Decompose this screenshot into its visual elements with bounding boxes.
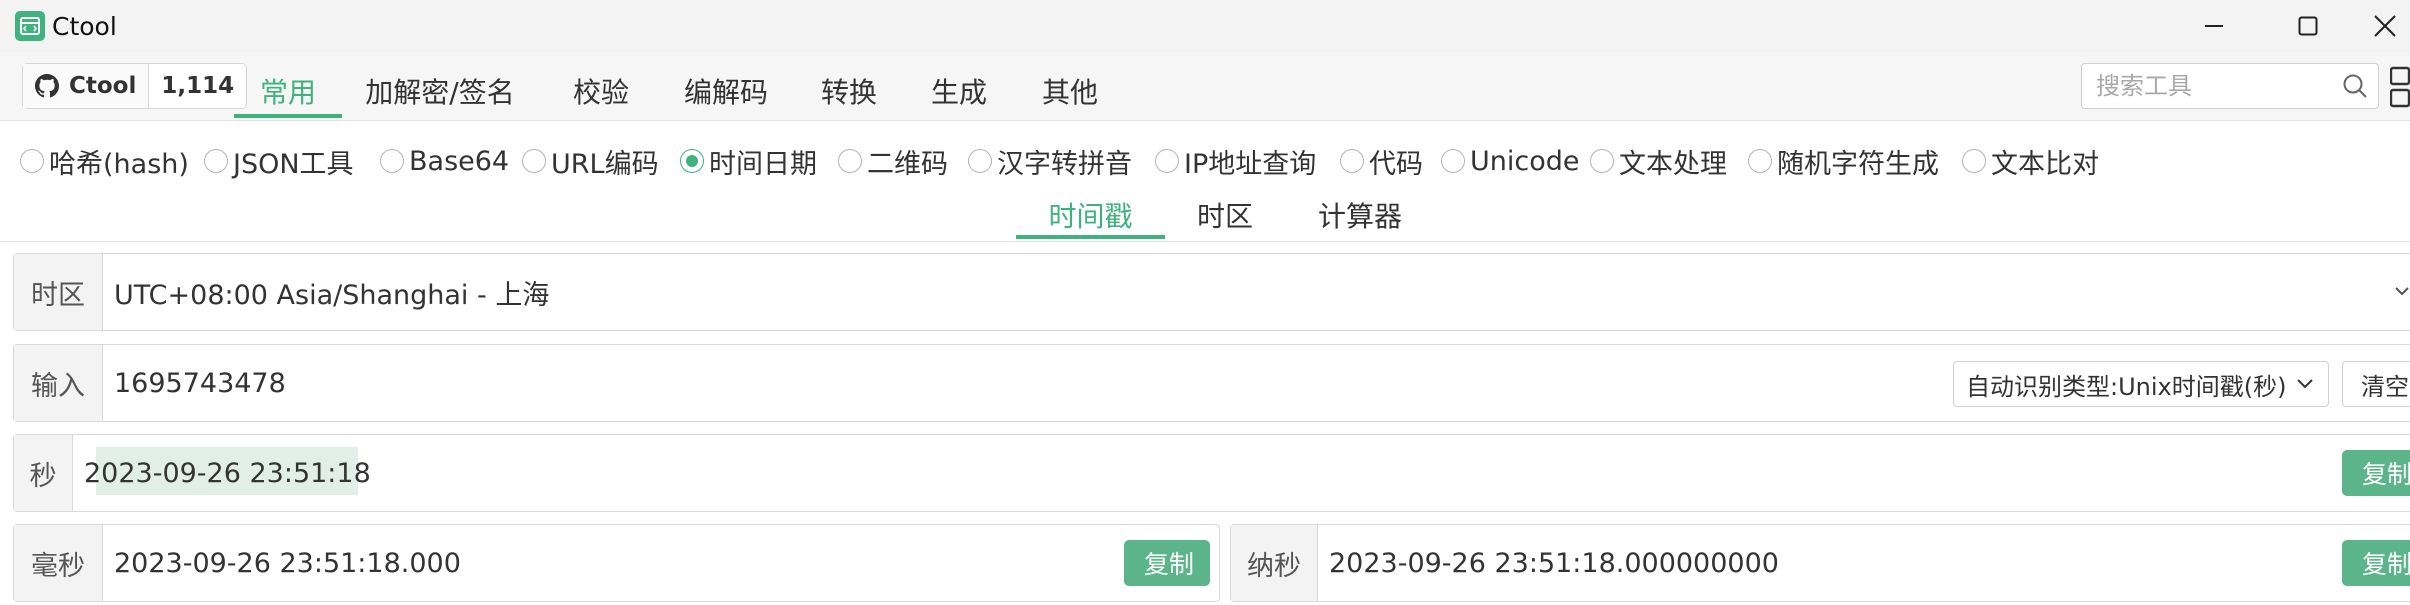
title-bar [0, 0, 2410, 52]
tab-checksum[interactable]: 校验 [560, 66, 642, 116]
subtab-calculator[interactable]: 计算器 [1300, 193, 1420, 237]
radio-button[interactable] [1590, 149, 1614, 173]
radio-button[interactable] [1155, 149, 1179, 173]
tab-convert[interactable]: 转换 [808, 66, 890, 116]
close-button[interactable] [2350, 0, 2410, 52]
github-label: Ctool [69, 73, 137, 99]
radio-hash[interactable]: 哈希(hash) [20, 141, 189, 181]
nanoseconds-label: 纳秒 [1231, 525, 1318, 601]
radio-label: 二维码 [867, 148, 948, 180]
tab-encode-decode[interactable]: 编解码 [676, 66, 776, 116]
minimize-icon [2205, 25, 2223, 27]
radio-label: 时间日期 [709, 148, 817, 180]
radio-datetime[interactable]: 时间日期 [680, 141, 817, 181]
copy-seconds-button[interactable]: 复制 [2342, 450, 2410, 496]
seconds-value[interactable]: 2023-09-26 23:51:18 [84, 435, 371, 511]
radio-label: IP地址查询 [1184, 148, 1317, 180]
chevron-down-icon[interactable] [2394, 285, 2410, 297]
radio-label: 哈希(hash) [49, 148, 189, 180]
radio-text-diff[interactable]: 文本比对 [1962, 141, 2099, 181]
github-star-count: 1,114 [161, 73, 235, 99]
maximize-button[interactable] [2266, 0, 2350, 52]
tab-common[interactable]: 常用 [234, 66, 342, 116]
radio-unicode[interactable]: Unicode [1441, 141, 1580, 181]
timezone-label: 时区 [14, 254, 103, 330]
radio-qrcode[interactable]: 二维码 [838, 141, 948, 181]
clear-button[interactable]: 清空 [2342, 361, 2410, 407]
minimize-button[interactable] [2172, 0, 2256, 52]
active-tab-indicator [234, 114, 342, 118]
radio-json-tool[interactable]: JSON工具 [204, 141, 354, 181]
radio-button[interactable] [968, 149, 992, 173]
milliseconds-row: 毫秒 2023-09-26 23:51:18.000 [13, 524, 1220, 602]
radio-label: Base64 [409, 145, 510, 177]
radio-button[interactable] [1748, 149, 1772, 173]
copy-milliseconds-button[interactable]: 复制 [1124, 540, 1210, 586]
radio-button[interactable] [204, 149, 228, 173]
radio-button[interactable] [380, 149, 404, 173]
radio-url-encode[interactable]: URL编码 [522, 141, 659, 181]
milliseconds-value[interactable]: 2023-09-26 23:51:18.000 [114, 525, 461, 601]
subtab-timezone[interactable]: 时区 [1180, 193, 1270, 237]
radio-pinyin[interactable]: 汉字转拼音 [968, 141, 1132, 181]
input-type-select[interactable]: 自动识别类型:Unix时间戳(秒) [1953, 361, 2329, 407]
radio-label: 文本比对 [1991, 148, 2099, 180]
github-badge[interactable]: Ctool 1,114 [22, 63, 248, 109]
radio-label: 随机字符生成 [1777, 148, 1939, 180]
radio-base64[interactable]: Base64 [380, 141, 509, 181]
subtab-divider [0, 241, 2410, 242]
seconds-label: 秒 [14, 435, 73, 511]
search-input[interactable] [2094, 70, 2328, 102]
radio-text-processing[interactable]: 文本处理 [1590, 141, 1727, 181]
github-badge-label-area[interactable]: Ctool [23, 64, 150, 108]
milliseconds-label: 毫秒 [14, 525, 103, 601]
radio-button[interactable] [1441, 149, 1465, 173]
timestamp-input[interactable]: 1695743478 [114, 345, 286, 421]
radio-label: Unicode [1470, 145, 1580, 177]
copy-nanoseconds-button[interactable]: 复制 [2342, 540, 2410, 586]
maximize-icon [2298, 16, 2318, 36]
radio-ip-lookup[interactable]: IP地址查询 [1155, 141, 1316, 181]
tab-generate[interactable]: 生成 [918, 66, 1000, 116]
seconds-row: 秒 2023-09-26 23:51:18 [13, 434, 2410, 512]
search-icon[interactable] [2342, 73, 2368, 99]
radio-button-checked[interactable] [680, 149, 704, 173]
radio-button[interactable] [1340, 149, 1364, 173]
github-icon [35, 74, 59, 98]
input-label: 输入 [14, 345, 103, 421]
app-logo-icon [15, 11, 45, 41]
radio-code[interactable]: 代码 [1340, 141, 1423, 181]
radio-random-string[interactable]: 随机字符生成 [1748, 141, 1939, 181]
app-grid-icon[interactable] [2390, 66, 2410, 108]
radio-button[interactable] [1962, 149, 1986, 173]
radio-label: URL编码 [551, 148, 659, 180]
active-subtab-indicator [1016, 235, 1165, 239]
window-title: Ctool [52, 12, 117, 41]
chevron-down-icon [2297, 379, 2313, 389]
subtab-timestamp[interactable]: 时间戳 [1016, 193, 1165, 237]
tab-encryption-signature[interactable]: 加解密/签名 [360, 66, 520, 116]
radio-label: 汉字转拼音 [997, 148, 1132, 180]
radio-button[interactable] [522, 149, 546, 173]
radio-label: 文本处理 [1619, 148, 1727, 180]
radio-label: 代码 [1369, 148, 1423, 180]
radio-label: JSON工具 [233, 148, 354, 180]
timezone-select[interactable]: 时区 UTC+08:00 Asia/Shanghai - 上海 [13, 253, 2410, 331]
input-type-value: 自动识别类型:Unix时间戳(秒) [1966, 372, 2287, 401]
close-icon [2374, 15, 2396, 37]
radio-button[interactable] [20, 149, 44, 173]
timezone-value: UTC+08:00 Asia/Shanghai - 上海 [114, 279, 550, 311]
tab-other[interactable]: 其他 [1029, 66, 1111, 116]
radio-button[interactable] [838, 149, 862, 173]
search-box[interactable] [2081, 63, 2379, 109]
nanoseconds-row: 纳秒 2023-09-26 23:51:18.000000000 [1230, 524, 2410, 602]
nanoseconds-value[interactable]: 2023-09-26 23:51:18.000000000 [1329, 525, 1779, 601]
